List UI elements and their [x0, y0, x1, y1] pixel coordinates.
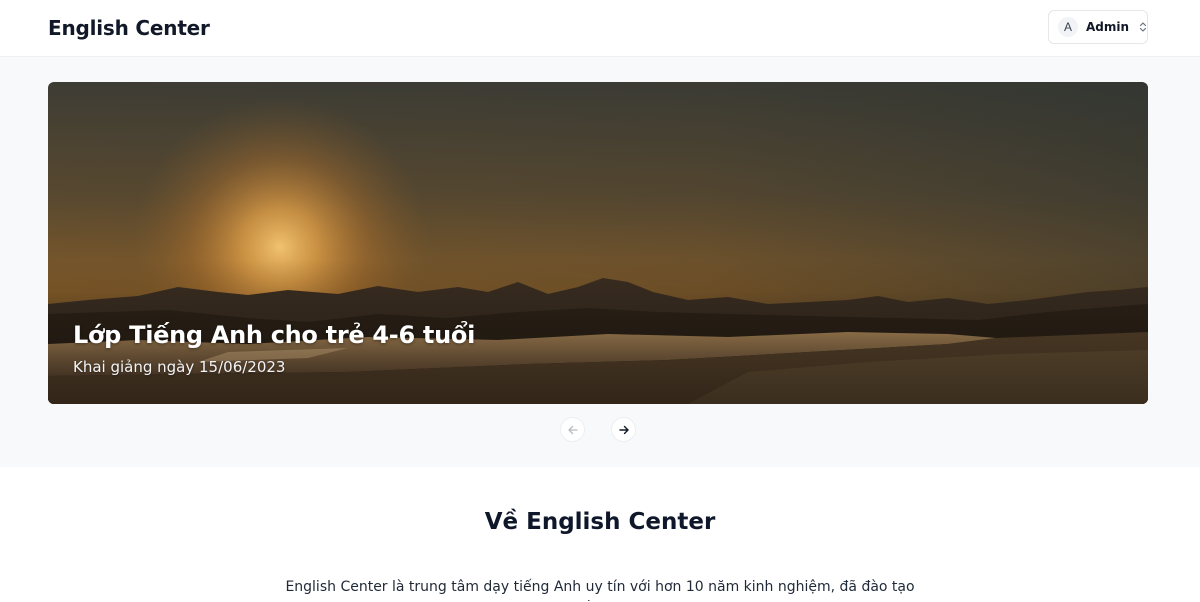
- slide-subtitle: Khai giảng ngày 15/06/2023: [73, 358, 286, 376]
- slide-caption: Lớp Tiếng Anh cho trẻ 4-6 tuổi Khai giản…: [73, 321, 475, 376]
- slide-title: Lớp Tiếng Anh cho trẻ 4-6 tuổi: [73, 321, 476, 349]
- about-description: English Center là trung tâm dạy tiếng An…: [285, 579, 915, 601]
- arrow-left-icon: [567, 425, 578, 434]
- carousel-next-button[interactable]: [611, 417, 636, 442]
- section-title: Về English Center: [484, 509, 716, 535]
- hero-carousel: Lớp Tiếng Anh cho trẻ 4-6 tuổi Khai giản…: [48, 82, 1148, 404]
- brand-logo-text[interactable]: English Center: [48, 16, 210, 40]
- user-name: Admin: [1085, 20, 1130, 34]
- arrow-right-icon: [618, 425, 629, 434]
- chevron-up-down-icon: [1139, 22, 1147, 32]
- user-menu-button[interactable]: A Admin: [1048, 10, 1148, 44]
- about-section: Về English Center English Center là trun…: [0, 467, 1200, 602]
- avatar: A: [1058, 17, 1078, 37]
- top-navbar: English Center A Admin: [0, 0, 1200, 57]
- carousel-prev-button[interactable]: [560, 417, 585, 442]
